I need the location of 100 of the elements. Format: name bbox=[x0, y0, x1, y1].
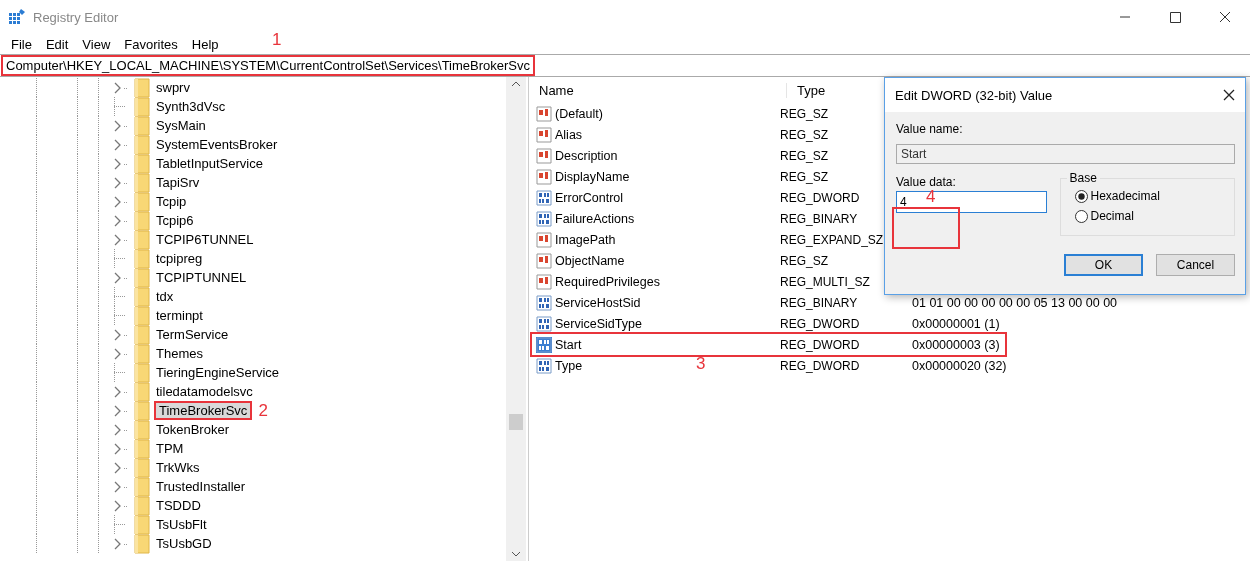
value-name[interactable]: Alias bbox=[555, 127, 583, 142]
value-type: REG_SZ bbox=[780, 148, 828, 163]
folder-icon bbox=[134, 96, 150, 117]
column-header[interactable]: Type bbox=[787, 82, 826, 98]
value-type: REG_SZ bbox=[780, 169, 828, 184]
radio-icon[interactable] bbox=[1074, 189, 1088, 203]
folder-icon bbox=[134, 172, 150, 193]
chevron-right-icon[interactable] bbox=[114, 195, 128, 208]
value-type: REG_MULTI_SZ bbox=[780, 274, 870, 289]
chevron-right-icon[interactable] bbox=[114, 423, 128, 436]
chevron-right-icon[interactable] bbox=[114, 214, 128, 227]
chevron-right-icon[interactable] bbox=[114, 81, 128, 94]
tree-item[interactable]: TieringEngineService bbox=[154, 364, 282, 381]
menu-item[interactable]: Help bbox=[184, 36, 226, 52]
menu-item[interactable]: Edit bbox=[38, 36, 76, 52]
menu-item[interactable]: File bbox=[4, 36, 39, 52]
chevron-right-icon[interactable] bbox=[114, 461, 128, 474]
chevron-right-icon[interactable] bbox=[114, 176, 128, 189]
tree-item[interactable]: TapiSrv bbox=[154, 174, 202, 191]
dialog-title: Edit DWORD (32-bit) Value bbox=[895, 87, 1053, 103]
chevron-right-icon[interactable] bbox=[114, 537, 128, 550]
folder-icon bbox=[134, 457, 150, 478]
tree-item[interactable]: TrkWks bbox=[154, 459, 202, 476]
tree-item[interactable]: TPM bbox=[154, 440, 186, 457]
tree-item[interactable]: Synth3dVsc bbox=[154, 98, 228, 115]
tree-item[interactable]: tcpipreg bbox=[154, 250, 205, 267]
tree-item[interactable]: TsUsbFlt bbox=[154, 516, 209, 533]
value-name[interactable]: RequiredPrivileges bbox=[555, 274, 660, 289]
value-name[interactable]: Start bbox=[555, 337, 582, 352]
radio-option[interactable]: Decimal bbox=[1074, 209, 1234, 223]
value-name[interactable]: Description bbox=[555, 148, 618, 163]
chevron-right-icon[interactable] bbox=[114, 480, 128, 493]
tree-item[interactable]: Tcpip bbox=[154, 193, 189, 210]
field-label: Value name: bbox=[896, 122, 963, 136]
value-type: REG_DWORD bbox=[780, 337, 860, 352]
value-name[interactable]: FailureActions bbox=[555, 211, 635, 226]
value-name-field[interactable]: Start bbox=[896, 144, 1235, 164]
value-name[interactable]: ErrorControl bbox=[555, 190, 624, 205]
tree-item[interactable]: TrustedInstaller bbox=[154, 478, 248, 495]
address-path: Computer\HKEY_LOCAL_MACHINE\SYSTEM\CurrentControlSet\Services\TimeBrokerSvc bbox=[1, 55, 535, 76]
scroll-down-icon[interactable] bbox=[511, 551, 521, 557]
value-data: 01 01 00 00 00 00 00 05 13 00 00 00 bbox=[912, 295, 1118, 310]
callout-number: 1 bbox=[272, 31, 282, 49]
value-name[interactable]: ServiceHostSid bbox=[555, 295, 641, 310]
menu-item[interactable]: View bbox=[75, 36, 118, 52]
chevron-right-icon[interactable] bbox=[114, 233, 128, 246]
tree-item[interactable]: terminpt bbox=[154, 307, 205, 324]
group-label: Base bbox=[1066, 171, 1100, 185]
value-name[interactable]: DisplayName bbox=[555, 169, 630, 184]
value-name[interactable]: ServiceSidType bbox=[555, 316, 642, 331]
chevron-right-icon[interactable] bbox=[114, 328, 128, 341]
tree-item[interactable]: Themes bbox=[154, 345, 205, 362]
folder-icon bbox=[134, 267, 150, 288]
scroll-up-icon[interactable] bbox=[511, 81, 521, 87]
tree-item[interactable]: TimeBrokerSvc bbox=[154, 401, 253, 420]
menu-item[interactable]: Favorites bbox=[117, 36, 185, 52]
scrollbar-thumb[interactable] bbox=[509, 414, 523, 430]
value-data: 0x00000020 (32) bbox=[912, 358, 1007, 373]
tree-item[interactable]: tdx bbox=[154, 288, 176, 305]
dialog-button[interactable]: Cancel bbox=[1156, 254, 1235, 276]
chevron-right-icon[interactable] bbox=[114, 157, 128, 170]
chevron-right-icon[interactable] bbox=[114, 119, 128, 132]
chevron-right-icon[interactable] bbox=[114, 138, 128, 151]
value-name[interactable]: ObjectName bbox=[555, 253, 625, 268]
chevron-right-icon[interactable] bbox=[114, 404, 128, 417]
tree-item[interactable]: TokenBroker bbox=[154, 421, 231, 438]
tree-item[interactable]: SysMain bbox=[154, 117, 208, 134]
tree-item[interactable]: TCPIP6TUNNEL bbox=[154, 231, 256, 248]
tree-item[interactable]: SystemEventsBroker bbox=[154, 136, 280, 153]
chevron-right-icon[interactable] bbox=[114, 347, 128, 360]
tree-item[interactable]: tiledatamodelsvc bbox=[154, 383, 255, 400]
value-type: REG_DWORD bbox=[780, 190, 860, 205]
field-label: Value data: bbox=[896, 175, 957, 189]
tree-item[interactable]: TCPIPTUNNEL bbox=[154, 269, 249, 286]
scrollbar[interactable] bbox=[506, 77, 526, 561]
value-name[interactable]: Type bbox=[555, 358, 583, 373]
column-header[interactable]: Name bbox=[529, 82, 787, 98]
value-type: REG_EXPAND_SZ bbox=[780, 232, 884, 247]
value-name[interactable]: (Default) bbox=[555, 106, 603, 121]
tree-item[interactable]: TermService bbox=[154, 326, 231, 343]
folder-icon bbox=[134, 495, 150, 516]
folder-icon bbox=[134, 286, 150, 307]
tree-item[interactable]: TSDDD bbox=[154, 497, 203, 514]
folder-icon bbox=[134, 514, 150, 535]
radio-icon[interactable] bbox=[1074, 209, 1088, 223]
chevron-right-icon[interactable] bbox=[114, 442, 128, 455]
radio-option[interactable]: Hexadecimal bbox=[1074, 189, 1234, 203]
dialog-button[interactable]: OK bbox=[1064, 254, 1143, 276]
chevron-right-icon[interactable] bbox=[114, 271, 128, 284]
close-icon[interactable] bbox=[1223, 89, 1235, 101]
tree-item[interactable]: TsUsbGD bbox=[154, 535, 214, 552]
tree-item[interactable]: swprv bbox=[154, 79, 192, 96]
folder-icon bbox=[134, 115, 150, 136]
value-type: REG_DWORD bbox=[780, 358, 860, 373]
value-name[interactable]: ImagePath bbox=[555, 232, 616, 247]
chevron-right-icon[interactable] bbox=[114, 499, 128, 512]
callout-number: 3 bbox=[696, 355, 706, 373]
chevron-right-icon[interactable] bbox=[114, 385, 128, 398]
tree-item[interactable]: TabletInputService bbox=[154, 155, 265, 172]
tree-item[interactable]: Tcpip6 bbox=[154, 212, 196, 229]
